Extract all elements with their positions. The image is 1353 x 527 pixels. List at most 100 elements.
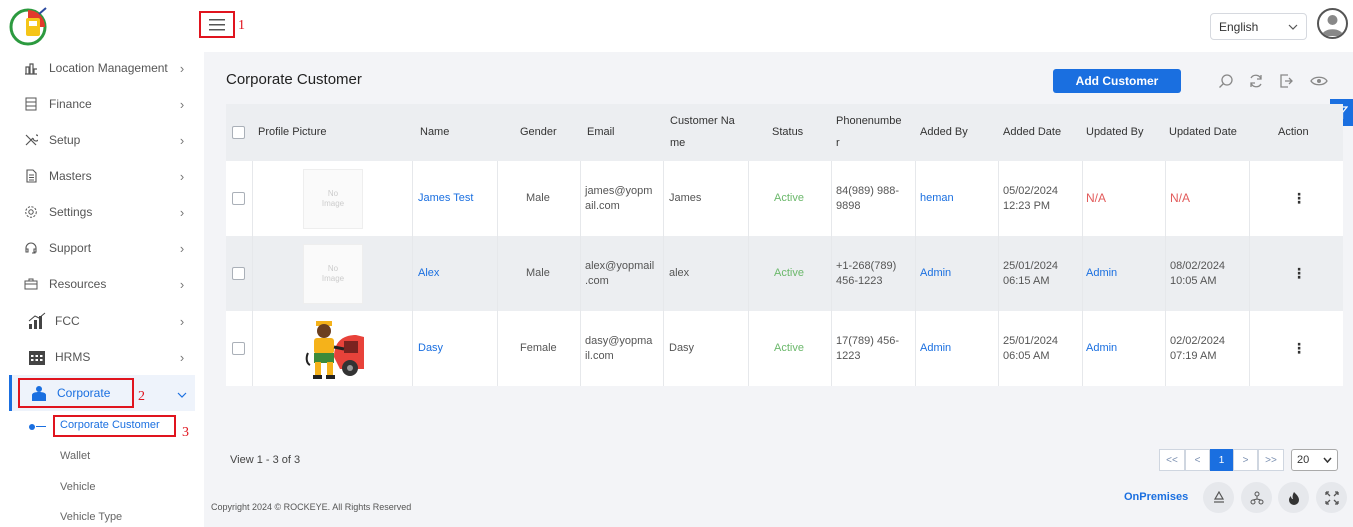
column-header-gender[interactable]: Gender	[520, 121, 557, 143]
finance-icon	[22, 95, 40, 113]
status-badge: Active	[774, 342, 804, 354]
customer-name-link[interactable]: Dasy	[418, 341, 443, 356]
tools-icon	[22, 131, 40, 149]
chevron-right-icon: ›	[179, 168, 185, 184]
phone-number: 84(989) 988- 9898	[836, 184, 899, 212]
added-by-link[interactable]: Admin	[920, 266, 951, 281]
chevron-right-icon: ›	[179, 60, 185, 76]
language-value: English	[1219, 19, 1259, 34]
chevron-right-icon: ›	[179, 313, 185, 329]
select-all-checkbox[interactable]	[232, 126, 245, 139]
page-title: Corporate Customer	[226, 71, 362, 88]
row-actions-kebab-icon[interactable]: ⋮	[1292, 266, 1306, 281]
row-checkbox[interactable]	[232, 267, 245, 280]
column-header-email[interactable]: Email	[587, 121, 615, 143]
added-date: 25/01/2024 06:15 AM	[1003, 259, 1059, 287]
sidebar-item-location-management[interactable]: Location Management ›	[22, 58, 187, 78]
chevron-right-icon: ›	[179, 204, 185, 220]
column-header-phone-line1[interactable]: Phonenumbe	[836, 110, 901, 132]
sidebar-item-corporate[interactable]: Corporate	[30, 383, 187, 403]
status-badge: Active	[774, 267, 804, 279]
app-logo[interactable]	[9, 6, 49, 46]
fire-icon[interactable]	[1278, 482, 1309, 513]
sidebar-item-setup[interactable]: Setup ›	[22, 130, 187, 150]
view-info: View 1 - 3 of 3	[230, 454, 301, 466]
sidebar-item-settings[interactable]: Settings ›	[22, 202, 187, 222]
active-sub-dot	[29, 424, 35, 430]
column-header-customer-name-line1[interactable]: Customer Na	[670, 110, 735, 132]
document-icon	[22, 167, 40, 185]
add-customer-button[interactable]: Add Customer	[1053, 69, 1181, 93]
updated-by-link[interactable]: Admin	[1086, 341, 1117, 356]
sidebar-subitem-corporate-customer[interactable]: Corporate Customer	[60, 419, 160, 431]
table-row: Dasy Female dasy@yopma il.com Dasy Active…	[226, 311, 1343, 386]
sidebar-item-masters[interactable]: Masters ›	[22, 166, 187, 186]
added-date: 05/02/2024 12:23 PM	[1003, 184, 1059, 212]
chevron-right-icon: ›	[179, 276, 185, 292]
column-header-name[interactable]: Name	[420, 121, 449, 143]
customer-name: alex	[669, 267, 690, 279]
row-checkbox[interactable]	[232, 342, 245, 355]
row-checkbox[interactable]	[232, 192, 245, 205]
customer-name: James	[669, 192, 702, 204]
sidebar-item-support[interactable]: Support ›	[22, 238, 187, 258]
language-select[interactable]: English	[1210, 13, 1307, 40]
sidebar-subitem-vehicle-type[interactable]: Vehicle Type	[60, 511, 122, 523]
table-row: No Image James Test Male james@yopm ail.co…	[226, 161, 1343, 236]
customer-name-link[interactable]: James Test	[418, 191, 473, 206]
column-header-phone-line2[interactable]: r	[836, 132, 840, 154]
sidebar-item-finance[interactable]: Finance ›	[22, 94, 187, 114]
bar-chart-icon	[28, 312, 46, 330]
export-icon[interactable]	[1276, 71, 1296, 91]
no-image-placeholder: No Image	[303, 169, 363, 229]
updated-date: 02/02/2024 07:19 AM	[1170, 334, 1226, 362]
email: dasy@yopma il.com	[585, 334, 653, 362]
onpremises-link[interactable]: OnPremises	[1124, 491, 1188, 503]
column-header-added-by[interactable]: Added By	[920, 121, 968, 143]
email: alex@yopmail .com	[585, 259, 655, 287]
prev-page-button[interactable]: <	[1185, 449, 1210, 471]
next-page-button[interactable]: >	[1233, 449, 1258, 471]
profile-picture	[300, 317, 364, 381]
recycle-icon[interactable]	[1203, 482, 1234, 513]
updated-date: 08/02/2024 10:05 AM	[1170, 259, 1226, 287]
added-by-link[interactable]: Admin	[920, 341, 951, 356]
column-header-added-date[interactable]: Added Date	[1003, 121, 1061, 143]
user-avatar[interactable]	[1317, 8, 1348, 39]
search-icon[interactable]	[1216, 71, 1236, 91]
sidebar-item-resources[interactable]: Resources ›	[22, 274, 187, 294]
first-page-button[interactable]: <<	[1159, 449, 1185, 471]
menu-toggle-button[interactable]	[199, 11, 235, 38]
gender: Male	[526, 267, 550, 279]
eye-icon[interactable]	[1309, 71, 1329, 91]
page-1-button[interactable]: 1	[1210, 449, 1233, 471]
column-header-customer-name-line2[interactable]: me	[670, 132, 685, 154]
column-header-updated-date[interactable]: Updated Date	[1169, 121, 1237, 143]
headset-icon	[22, 239, 40, 257]
fullscreen-icon[interactable]	[1316, 482, 1347, 513]
copyright-text: Copyright 2024 © ROCKEYE. All Rights Res…	[211, 502, 412, 512]
refresh-icon[interactable]	[1246, 71, 1266, 91]
sidebar-subitem-vehicle[interactable]: Vehicle	[60, 481, 95, 493]
chart-icon	[22, 59, 40, 77]
sidebar-item-hrms[interactable]: HRMS ›	[28, 347, 187, 367]
sidebar-item-fcc[interactable]: FCC ›	[28, 311, 187, 331]
page-size-select[interactable]: 20	[1291, 449, 1338, 471]
column-header-status[interactable]: Status	[772, 121, 803, 143]
chevron-down-icon	[1323, 457, 1332, 463]
briefcase-icon	[22, 275, 40, 293]
row-actions-kebab-icon[interactable]: ⋮	[1292, 191, 1306, 206]
last-page-button[interactable]: >>	[1258, 449, 1284, 471]
network-icon[interactable]	[1241, 482, 1272, 513]
updated-by-link[interactable]: Admin	[1086, 266, 1117, 281]
added-by-link[interactable]: heman	[920, 191, 954, 206]
customer-name-link[interactable]: Alex	[418, 266, 439, 281]
row-actions-kebab-icon[interactable]: ⋮	[1292, 341, 1306, 356]
user-icon	[1322, 15, 1343, 36]
column-header-updated-by[interactable]: Updated By	[1086, 121, 1143, 143]
chevron-down-icon	[1288, 24, 1298, 30]
status-badge: Active	[774, 192, 804, 204]
sidebar-subitem-wallet[interactable]: Wallet	[60, 450, 90, 462]
gender: Female	[520, 342, 557, 354]
active-sub-line	[36, 426, 46, 427]
